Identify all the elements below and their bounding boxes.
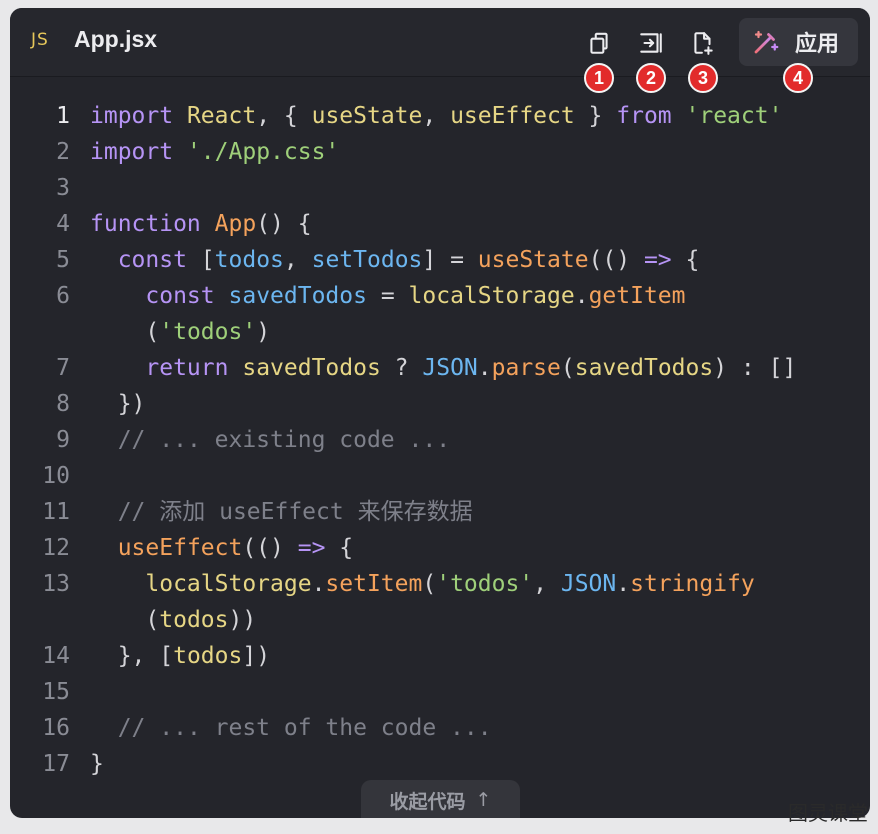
apply-button[interactable]: 应用	[739, 18, 858, 66]
code-text: }	[90, 751, 104, 777]
code-line: 14 }, [todos])	[10, 638, 870, 674]
code-line: 8 })	[10, 386, 870, 422]
line-number: 13	[42, 571, 70, 597]
line-number: 11	[42, 499, 70, 525]
code-line: 16 // ... rest of the code ...	[10, 710, 870, 746]
code-line: (todos))	[10, 602, 870, 638]
line-number: 10	[42, 463, 70, 489]
code-line: 15	[10, 674, 870, 710]
new-file-button[interactable]	[686, 26, 720, 60]
line-number: 15	[42, 679, 70, 705]
new-file-icon	[694, 32, 713, 55]
code-text: })	[90, 391, 146, 417]
code-line: 1 import React, { useState, useEffect } f…	[10, 98, 870, 134]
code-line: 6 const savedTodos = localStorage.getIte…	[10, 278, 870, 314]
code-text: // ... existing code ...	[90, 422, 450, 458]
code-text: return savedTodos ? JSON.parse(savedTodo…	[145, 355, 797, 381]
code-text: ('todos')	[90, 319, 271, 345]
line-number: 17	[42, 751, 70, 777]
code-comment: // ... rest of the code ...	[117, 715, 492, 741]
magic-wand-icon	[754, 30, 779, 54]
line-number: 14	[42, 643, 70, 669]
apply-label: 应用	[795, 32, 840, 57]
line-number: 7	[56, 355, 70, 381]
annotation-badge-3: 3	[688, 63, 718, 93]
insert-at-cursor-button[interactable]	[634, 26, 668, 60]
line-number: 12	[42, 535, 70, 561]
watermark: 图灵课堂	[788, 801, 868, 825]
insert-at-cursor-icon	[640, 33, 662, 53]
code-line: 9 // ... existing code ...	[10, 422, 870, 458]
code-text: import './App.css'	[90, 139, 340, 165]
code-text: // 添加 useEffect 来保存数据	[90, 494, 473, 530]
collapse-label: 收起代码	[389, 790, 466, 813]
code-line: 4 function App() {	[10, 206, 870, 242]
code-block-panel: JS App.jsx 应用 1 2 3 4 1 import React, {…	[10, 8, 870, 818]
line-number: 6	[56, 283, 70, 309]
language-badge: JS	[31, 30, 49, 50]
file-name: App.jsx	[74, 26, 158, 52]
code-text: }, [todos])	[90, 643, 271, 669]
line-number: 4	[56, 211, 70, 237]
code-line: 17}	[10, 746, 870, 782]
line-number: 5	[56, 247, 70, 273]
code-comment: // ... existing code ...	[117, 427, 451, 453]
line-number: 3	[56, 175, 70, 201]
code-text: import React, { useState, useEffect } fr…	[90, 103, 783, 129]
code-text: localStorage.setItem('todos', JSON.strin…	[145, 571, 755, 597]
code-line: ('todos')	[10, 314, 870, 350]
code-line: 12 useEffect(() => {	[10, 530, 870, 566]
collapse-code-button[interactable]: 收起代码 ↑	[361, 780, 520, 818]
line-number: 9	[56, 427, 70, 453]
copy-button[interactable]	[582, 26, 616, 60]
line-number: 8	[56, 391, 70, 417]
line-number: 1	[56, 103, 70, 129]
code-text: const [todos, setTodos] = useState(() =>…	[117, 247, 700, 273]
code-comment: // 添加 useEffect 来保存数据	[117, 499, 473, 525]
code-block-header: JS App.jsx 应用 1 2 3 4	[10, 8, 870, 93]
code-line: 13 localStorage.setItem('todos', JSON.st…	[10, 566, 870, 602]
annotation-badge-1: 1	[584, 63, 614, 93]
code-text: // ... rest of the code ...	[90, 710, 492, 746]
arrow-up-icon: ↑	[475, 789, 492, 811]
code-text: const savedTodos = localStorage.getItem	[145, 283, 686, 309]
annotation-badge-2: 2	[636, 63, 666, 93]
code-line: 2 import './App.css'	[10, 134, 870, 170]
code-text: function App() {	[90, 211, 312, 237]
code-text: useEffect(() => {	[117, 535, 354, 561]
code-line: 5 const [todos, setTodos] = useState(() …	[10, 242, 870, 278]
code-line: 3	[10, 170, 870, 206]
code-text: (todos))	[90, 607, 257, 633]
code-body[interactable]: 1 import React, { useState, useEffect } f…	[10, 98, 870, 782]
annotation-badge-4: 4	[783, 63, 813, 93]
line-number: 2	[56, 139, 70, 165]
copy-icon	[590, 32, 608, 54]
line-number: 16	[42, 715, 70, 741]
code-line: 10	[10, 458, 870, 494]
code-line: 11 // 添加 useEffect 来保存数据	[10, 494, 870, 530]
code-line: 7 return savedTodos ? JSON.parse(savedTo…	[10, 350, 870, 386]
